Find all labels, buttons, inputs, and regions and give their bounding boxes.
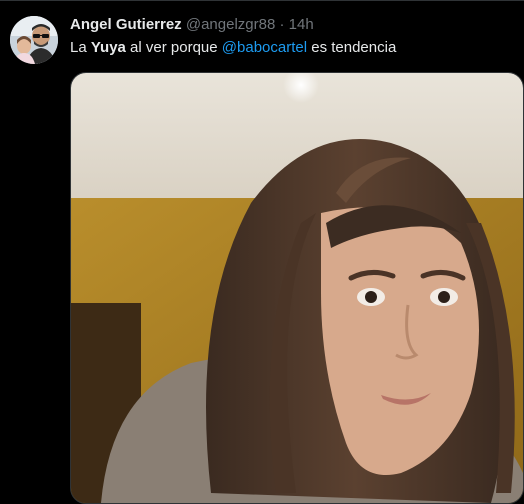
text-part-2: al ver porque xyxy=(125,39,222,56)
tweet-text: La Yuya al ver porque @babocartel es ten… xyxy=(70,37,396,59)
author-handle[interactable]: @angelzgr88 xyxy=(186,16,275,33)
tweet-timestamp[interactable]: 14h xyxy=(289,16,314,33)
author-avatar[interactable] xyxy=(10,16,58,64)
tweet-card[interactable]: Angel Gutierrez @angelzgr88 · 14h La Yuy… xyxy=(0,0,524,504)
text-part-bold: Yuya xyxy=(90,39,126,56)
tweet-media-photo[interactable] xyxy=(70,72,524,504)
text-part-1: La xyxy=(70,39,91,56)
avatar-photo-icon xyxy=(10,16,58,64)
photo-image xyxy=(71,73,523,503)
top-divider xyxy=(0,0,524,1)
header-separator: · xyxy=(279,16,285,33)
tweet-header: Angel Gutierrez @angelzgr88 · 14h xyxy=(70,14,314,36)
mention-link[interactable]: @babocartel xyxy=(222,39,307,56)
author-name[interactable]: Angel Gutierrez xyxy=(70,16,182,33)
text-part-3: es tendencia xyxy=(307,39,397,56)
